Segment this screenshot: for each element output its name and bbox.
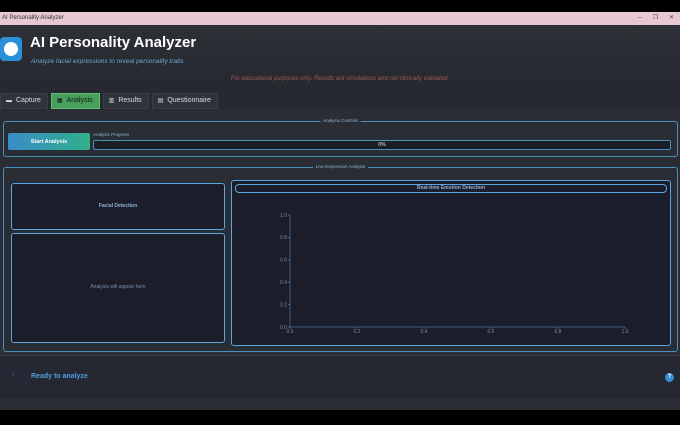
title-bar: AI Personality Analyzer – ❐ ✕ (0, 12, 680, 25)
status-text: Ready to analyze (31, 373, 88, 380)
facial-detection-panel: Facial Detection (11, 183, 225, 230)
app-subtitle: Analyze facial expressions to reveal per… (31, 58, 184, 65)
x-tick-label: 0.4 (421, 329, 428, 335)
close-button[interactable]: ✕ (669, 12, 674, 25)
tab-questionnaire[interactable]: ▤ Questionnaire (151, 93, 218, 109)
x-tick-label: 0.2 (354, 329, 361, 335)
chart-title: Real-time Emotion Detection (235, 184, 667, 193)
window-title: AI Personality Analyzer (2, 15, 64, 21)
analysis-progress-bar: 0% (93, 140, 671, 150)
y-tick-label: 0.2 (280, 302, 287, 308)
tab-label: Questionnaire (167, 97, 211, 104)
app-title: AI Personality Analyzer (30, 34, 197, 51)
group-title: Analysis Controls (320, 118, 361, 123)
window-controls: – ❐ ✕ (638, 12, 674, 25)
status-bar: › Ready to analyze ? (0, 355, 680, 398)
analysis-controls-group: Analysis Controls (3, 118, 678, 157)
disclaimer-text: For educational purposes only. Results a… (230, 76, 450, 82)
tab-capture[interactable]: ▬ Capture (0, 93, 48, 109)
tab-analysis[interactable]: ▦ Analysis (50, 93, 100, 109)
group-title: Live Expression Analysis (312, 164, 369, 169)
progress-label: Analysis Progress (93, 132, 130, 137)
emotion-chart-panel: 0.0 0.2 0.4 0.6 0.8 1.0 0.0 0.2 0.4 0.6 0.8 1.0 (231, 180, 671, 346)
document-icon: ▤ (157, 98, 164, 104)
y-tick-label: 0.4 (280, 280, 287, 286)
progress-text: 0% (378, 142, 386, 148)
x-tick-label: 0.6 (488, 329, 495, 335)
minimize-button[interactable]: – (638, 12, 641, 25)
tab-results[interactable]: ▥ Results (102, 93, 149, 109)
camera-icon: ▬ (6, 98, 12, 104)
y-tick-label: 0.6 (280, 258, 287, 264)
y-tick-label: 0.8 (280, 235, 287, 241)
chevron-right-icon: › (12, 372, 14, 378)
tab-label: Results (118, 97, 142, 104)
letterbox-top (0, 0, 680, 12)
tab-bar: ▬ Capture ▦ Analysis ▥ Results ▤ Questio… (0, 93, 218, 109)
help-icon[interactable]: ? (665, 373, 674, 382)
start-analysis-label: Start Analysis (30, 138, 68, 145)
x-tick-label: 1.0 (622, 329, 629, 335)
y-tick-label: 1.0 (280, 213, 287, 219)
x-tick-label: 0.8 (555, 329, 562, 335)
y-tick-label: 0.0 (280, 325, 287, 331)
tab-label: Capture (16, 97, 41, 104)
letterbox-bottom (0, 410, 680, 425)
tab-label: Analysis (66, 97, 93, 104)
analysis-icon: ▦ (56, 98, 63, 104)
brain-icon (0, 37, 22, 61)
analysis-placeholder: Analysis will appear here (90, 284, 146, 290)
facial-detection-title: Facial Detection (98, 203, 138, 209)
emotion-chart: 0.0 0.2 0.4 0.6 0.8 1.0 0.0 0.2 0.4 0.6 0.8 1.0 (280, 213, 629, 335)
analysis-output-panel: Analysis will appear here (11, 233, 225, 343)
start-analysis-button[interactable]: Start Analysis (8, 133, 90, 150)
maximize-button[interactable]: ❐ (653, 12, 658, 25)
x-tick-label: 0.0 (287, 329, 294, 335)
chart-icon: ▥ (108, 98, 115, 104)
app-header: AI Personality Analyzer Analyze facial e… (0, 25, 680, 77)
